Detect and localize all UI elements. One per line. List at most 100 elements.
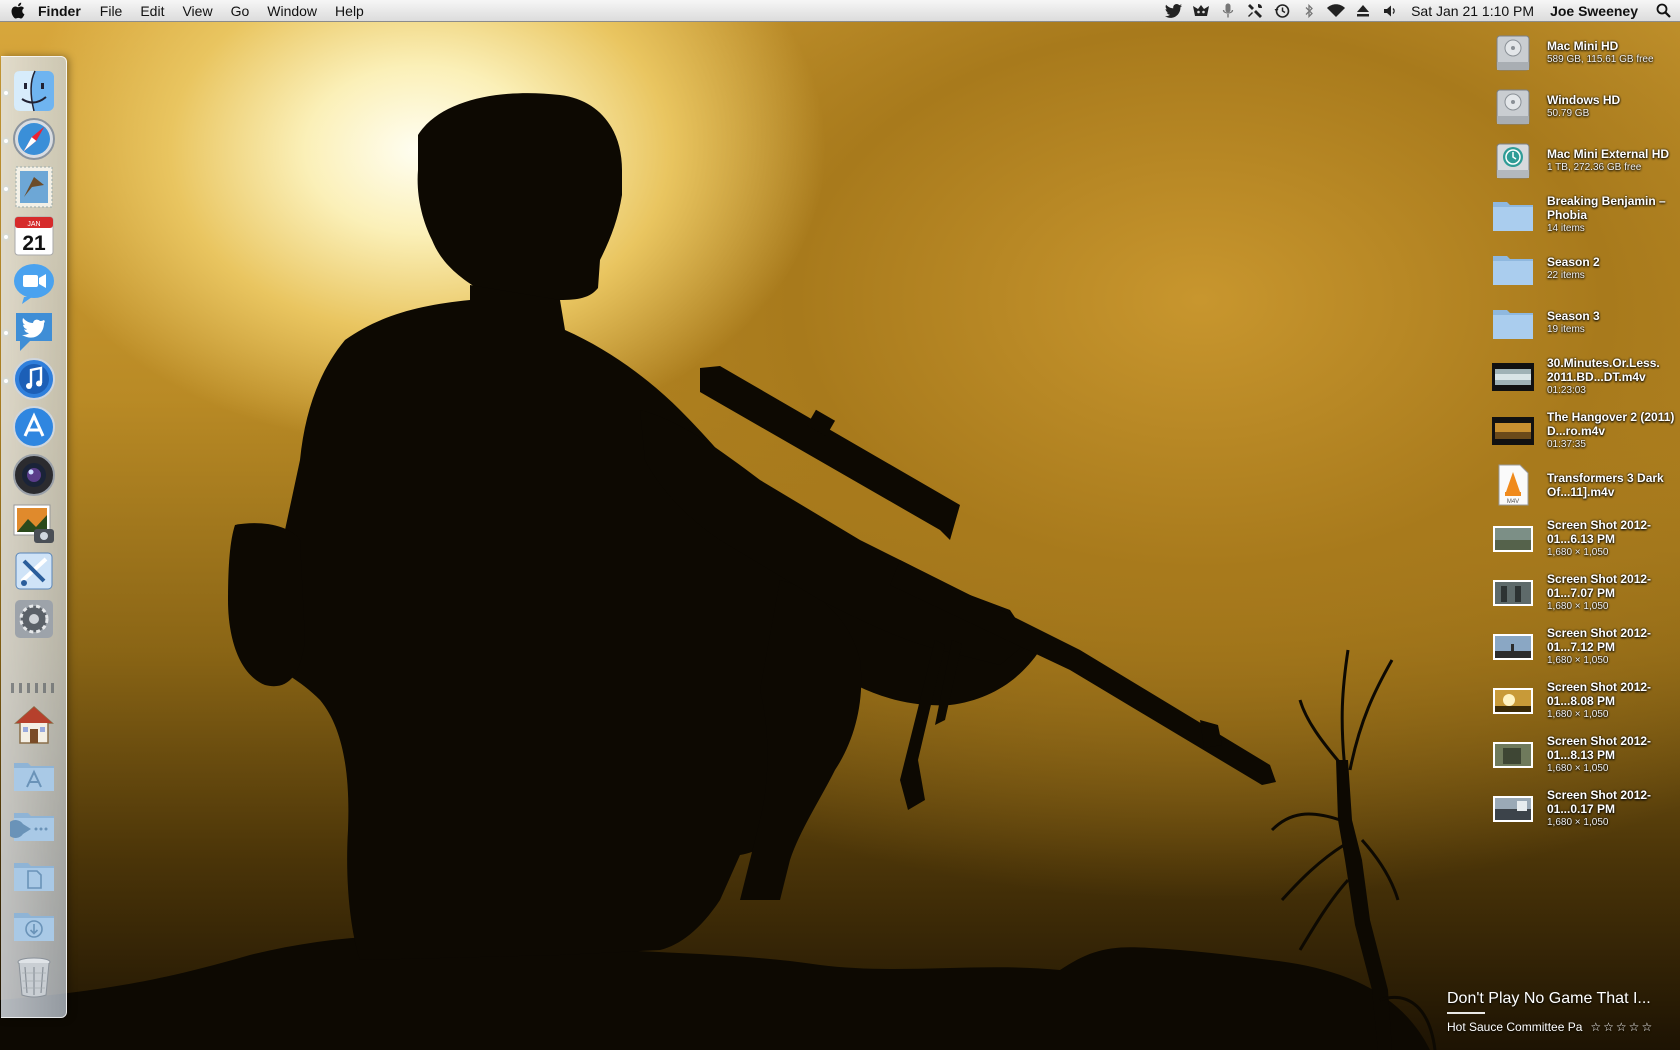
desktop-item-windows-hd[interactable]: Windows HD 50.79 GB (1492, 82, 1678, 132)
desktop-item-name: Mac Mini HD (1547, 39, 1619, 53)
running-indicator (4, 187, 8, 191)
dock-system-preferences[interactable] (10, 595, 58, 643)
video-thumbnail-icon (1492, 355, 1534, 399)
menu-edit[interactable]: Edit (131, 0, 173, 22)
now-playing-rating[interactable]: ☆☆☆☆☆ (1590, 1020, 1654, 1034)
running-indicator (4, 331, 8, 335)
now-playing-artist: Hot Sauce Committee Pa (1447, 1020, 1583, 1034)
gear-icon (15, 600, 53, 638)
desktop-item-breaking-benjamin[interactable]: Breaking Benjamin – Phobia 14 items (1492, 190, 1678, 240)
screenshot-thumbnail-icon (1492, 571, 1534, 615)
folder-icon (1492, 301, 1534, 345)
fast-user-switch[interactable]: Joe Sweeney (1542, 3, 1646, 19)
desktop-item-screen-shot[interactable]: Screen Shot 2012-01...8.13 PM 1,680 × 1,… (1492, 730, 1678, 780)
dock-games-folder[interactable] (6, 801, 58, 849)
dock-home-folder[interactable] (10, 701, 58, 749)
folder-icon (1492, 193, 1534, 237)
dock-trash[interactable] (10, 953, 58, 1001)
wifi-icon[interactable] (1322, 0, 1349, 22)
desktop-item-name: Screen Shot 2012-01...0.17 PM (1547, 788, 1652, 816)
facetime-icon (14, 264, 54, 304)
desktop-item-info: 19 items (1547, 324, 1585, 335)
dock: JAN 21 (1, 56, 67, 1018)
apple-menu[interactable] (0, 0, 34, 22)
running-indicator (4, 235, 8, 239)
now-playing-widget[interactable]: Don't Play No Game That I... Hot Sauce C… (1447, 990, 1654, 1034)
dock-itunes[interactable] (10, 355, 58, 403)
menu-bar: Finder File Edit View Go Window Help Sat… (0, 0, 1680, 22)
desktop-item-hangover-2-video[interactable]: The Hangover 2 (2011) D...ro.m4v 01:37:3… (1492, 406, 1678, 456)
desktop-item-name: Screen Shot 2012-01...8.08 PM (1547, 680, 1652, 708)
dock-separator (11, 683, 57, 693)
desktop-item-name: Screen Shot 2012-01...6.13 PM (1547, 518, 1652, 546)
dock-app-store[interactable] (10, 403, 58, 451)
desktop-item-mac-mini-hd[interactable]: Mac Mini HD 589 GB, 115.61 GB free (1492, 28, 1678, 78)
running-indicator (4, 379, 8, 383)
dock-mail[interactable] (10, 163, 58, 211)
folder-icon (1492, 247, 1534, 291)
hard-drive-icon (1492, 85, 1534, 129)
dock-safari[interactable] (10, 115, 58, 163)
documents-folder-icon (14, 863, 54, 891)
growl-icon[interactable] (1187, 0, 1214, 22)
desktop-item-info: 1,680 × 1,050 (1547, 655, 1609, 666)
dock-applications-folder[interactable] (10, 751, 58, 799)
mail-stamp-icon (15, 166, 53, 208)
menu-go[interactable]: Go (222, 0, 259, 22)
twitter-icon[interactable] (1160, 0, 1187, 22)
microphone-icon[interactable] (1214, 0, 1241, 22)
desktop-item-name: Mac Mini External HD (1547, 147, 1670, 161)
dock-photo-booth[interactable] (10, 451, 58, 499)
desktop-item-name: Transformers 3 Dark Of...11].m4v (1547, 471, 1664, 499)
screenshot-thumbnail-icon (1492, 517, 1534, 561)
dock-downloads-folder[interactable] (10, 901, 58, 949)
desktop-item-info: 01:23:03 (1547, 385, 1586, 396)
dock-facetime[interactable] (10, 259, 58, 307)
desktop-item-screen-shot[interactable]: Screen Shot 2012-01...6.13 PM 1,680 × 1,… (1492, 514, 1678, 564)
menu-window[interactable]: Window (258, 0, 326, 22)
desktop-item-30-minutes-video[interactable]: 30.Minutes.Or.Less. 2011.BD...DT.m4v 01:… (1492, 352, 1678, 402)
menu-finder[interactable]: Finder (34, 0, 91, 22)
desktop-item-info: 22 items (1547, 270, 1585, 281)
svg-text:JAN: JAN (27, 221, 40, 228)
desktop-item-screen-shot[interactable]: Screen Shot 2012-01...8.08 PM 1,680 × 1,… (1492, 676, 1678, 726)
desktop-item-season-3[interactable]: Season 3 19 items (1492, 298, 1678, 348)
spotlight-icon[interactable] (1646, 0, 1680, 22)
bluetooth-icon[interactable] (1295, 0, 1322, 22)
dock-twitter[interactable] (10, 307, 58, 355)
dock-xcode[interactable] (10, 547, 58, 595)
hard-drive-icon (1492, 31, 1534, 75)
desktop-item-season-2[interactable]: Season 2 22 items (1492, 244, 1678, 294)
downloads-folder-icon (14, 913, 54, 941)
time-machine-icon[interactable] (1268, 0, 1295, 22)
menu-view[interactable]: View (173, 0, 221, 22)
desktop-item-info: 50.79 GB (1547, 108, 1590, 119)
dock-iphoto[interactable] (10, 499, 58, 547)
dock-ical[interactable]: JAN 21 (10, 211, 58, 259)
desktop-item-info: 589 GB, 115.61 GB free (1547, 54, 1654, 65)
dock-finder[interactable] (10, 67, 58, 115)
screenshot-thumbnail-icon (1492, 625, 1534, 669)
itunes-icon (13, 358, 55, 400)
desktop-item-screen-shot[interactable]: Screen Shot 2012-01...7.12 PM 1,680 × 1,… (1492, 622, 1678, 672)
dock-documents-folder[interactable] (10, 851, 58, 899)
now-playing-title: Don't Play No Game That I... (1447, 990, 1651, 1007)
menu-help[interactable]: Help (326, 0, 373, 22)
desktop-item-external-hd[interactable]: Mac Mini External HD 1 TB, 272.36 GB fre… (1492, 136, 1678, 186)
desktop-item-name: Season 2 (1547, 255, 1600, 269)
menubar-clock[interactable]: Sat Jan 21 1:10 PM (1403, 3, 1542, 19)
wrench-icon[interactable] (1241, 0, 1268, 22)
menu-file[interactable]: File (91, 0, 132, 22)
apple-icon (11, 2, 24, 19)
desktop-item-screen-shot[interactable]: Screen Shot 2012-01...0.17 PM 1,680 × 1,… (1492, 784, 1678, 834)
house-icon (14, 705, 54, 744)
finder-icon (14, 70, 54, 112)
xcode-icon (15, 552, 53, 590)
now-playing-progress (1447, 1012, 1485, 1014)
volume-icon[interactable] (1376, 0, 1403, 22)
calendar-icon: JAN 21 (14, 216, 54, 256)
eject-icon[interactable] (1349, 0, 1376, 22)
desktop-item-screen-shot[interactable]: Screen Shot 2012-01...7.07 PM 1,680 × 1,… (1492, 568, 1678, 618)
safari-icon (13, 118, 55, 160)
desktop-item-transformers-3-video[interactable]: M4V Transformers 3 Dark Of...11].m4v (1492, 460, 1678, 510)
